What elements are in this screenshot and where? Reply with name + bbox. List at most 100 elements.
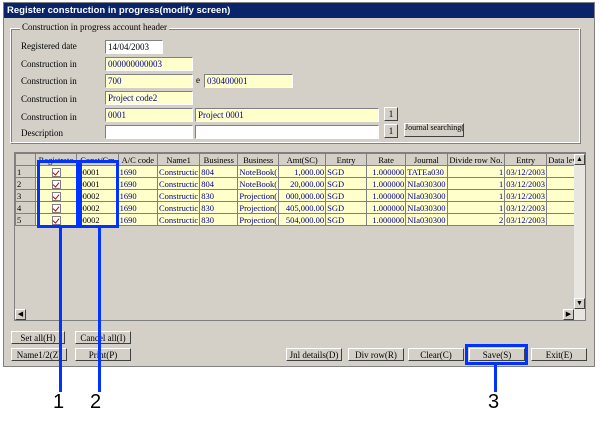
journal-search-button[interactable]: Journal searching(I) [404, 123, 464, 137]
business-name-cell[interactable]: Projection( [237, 189, 280, 202]
description-field-a[interactable] [105, 125, 193, 139]
row-number: 2 [15, 177, 36, 190]
amount-cell[interactable]: 504,000.00 [278, 213, 327, 226]
divide-row-cell[interactable]: 1 [446, 201, 506, 214]
journal-cell[interactable]: NIa030300 [405, 177, 448, 190]
description-label: Description [21, 128, 63, 138]
entry-date-cell[interactable]: 03/12/2003 [504, 189, 548, 202]
amount-cell[interactable]: 20,000.00 [278, 177, 327, 190]
header-amount[interactable]: Amt(SC) [278, 153, 327, 166]
header-group-label: Construction in progress account header [20, 22, 169, 32]
scroll-down-icon[interactable]: ▼ [574, 298, 585, 309]
entry-date-cell[interactable]: 03/12/2003 [504, 165, 548, 178]
currency-cell[interactable]: SGD [325, 177, 368, 190]
construction-project-field[interactable]: Project code2 [105, 91, 193, 105]
scroll-up-icon[interactable]: ▲ [574, 154, 585, 165]
header-name1[interactable]: Name1 [156, 153, 201, 166]
journal-cell[interactable]: TATEa030 [405, 165, 448, 178]
header-ac-code[interactable]: A/C code [117, 153, 158, 166]
divide-row-cell[interactable]: 2 [446, 213, 506, 226]
currency-cell[interactable]: SGD [325, 189, 368, 202]
set-all-button[interactable]: Set all(H) [11, 331, 65, 344]
currency-cell[interactable]: SGD [325, 165, 368, 178]
entry-date-cell[interactable]: 03/12/2003 [504, 201, 548, 214]
annotation-line-1 [59, 228, 62, 392]
header-journal[interactable]: Journal [405, 153, 448, 166]
business-name-cell[interactable]: NoteBook( [237, 165, 280, 178]
amount-cell[interactable]: 405,000.00 [278, 201, 327, 214]
currency-cell[interactable]: SGD [325, 213, 368, 226]
ac-code-cell[interactable]: 1690 [117, 165, 158, 178]
header-rownum [15, 153, 36, 166]
business-name-cell[interactable]: Projection( [237, 213, 280, 226]
business-code-cell[interactable]: 830 [199, 189, 239, 202]
journal-cell[interactable]: NIa030300 [405, 201, 448, 214]
name1-cell[interactable]: Constructic [156, 201, 201, 214]
business-name-cell[interactable]: Projection( [237, 201, 280, 214]
registered-date-label: Registered date [21, 41, 77, 51]
construction-search-button[interactable]: 1 [384, 107, 398, 121]
window-title: Register construction in progress(modify… [4, 3, 594, 18]
clear-button[interactable]: Clear(C) [408, 348, 464, 361]
print-button[interactable]: Print(P) [75, 348, 131, 361]
name1-cell[interactable]: Constructic [156, 165, 201, 178]
construction-no-label: Construction in [21, 59, 77, 69]
construction-doc-label: Construction in [21, 76, 77, 86]
entry-date-cell[interactable]: 03/12/2003 [504, 213, 548, 226]
divide-row-cell[interactable]: 1 [446, 189, 506, 202]
divide-row-cell[interactable]: 1 [446, 165, 506, 178]
business-code-cell[interactable]: 804 [199, 165, 239, 178]
cancel-all-button[interactable]: Cancel all(I) [75, 331, 131, 344]
construction-doc-field-b[interactable]: 030400001 [204, 74, 293, 88]
row-number: 4 [15, 201, 36, 214]
amount-cell[interactable]: 1,000.00 [278, 165, 327, 178]
header-divide-row[interactable]: Divide row No. [446, 153, 506, 166]
construction-code-field[interactable]: 0001 [105, 108, 193, 122]
name1-cell[interactable]: Constructic [156, 189, 201, 202]
currency-cell[interactable]: SGD [325, 201, 368, 214]
rate-cell[interactable]: 1.000000 [366, 177, 407, 190]
journal-cell[interactable]: NIa030300 [405, 213, 448, 226]
annotation-line-3 [494, 365, 497, 392]
divide-row-button[interactable]: Div row(R) [348, 348, 404, 361]
business-name-cell[interactable]: NoteBook( [237, 177, 280, 190]
divide-row-cell[interactable]: 1 [446, 177, 506, 190]
ac-code-cell[interactable]: 1690 [117, 201, 158, 214]
annotation-number-3: 3 [488, 391, 500, 413]
scroll-right-icon[interactable]: ▶ [563, 309, 574, 320]
row-number: 1 [15, 165, 36, 178]
name1-cell[interactable]: Constructic [156, 177, 201, 190]
scroll-left-icon[interactable]: ◀ [15, 309, 26, 320]
business-code-cell[interactable]: 804 [199, 177, 239, 190]
business-code-cell[interactable]: 830 [199, 213, 239, 226]
amount-cell[interactable]: 000,000.00 [278, 189, 327, 202]
header-entry-currency[interactable]: Entry [325, 153, 368, 166]
header-entry-date[interactable]: Entry [504, 153, 548, 166]
construction-name-field[interactable]: Project 0001 [195, 108, 379, 122]
rate-cell[interactable]: 1.000000 [366, 213, 407, 226]
rate-cell[interactable]: 1.000000 [366, 201, 407, 214]
ac-code-cell[interactable]: 1690 [117, 177, 158, 190]
description-search-button[interactable]: 1 [384, 124, 398, 138]
description-field-b[interactable] [195, 125, 379, 139]
entry-date-cell[interactable]: 03/12/2003 [504, 177, 548, 190]
construction-no-field[interactable]: 000000000003 [105, 57, 193, 71]
ac-code-cell[interactable]: 1690 [117, 213, 158, 226]
annotation-box-2 [79, 160, 119, 228]
annotation-number-2: 2 [90, 391, 102, 413]
header-business-code[interactable]: Business [199, 153, 239, 166]
journal-cell[interactable]: NIa030300 [405, 189, 448, 202]
grid-vertical-scrollbar[interactable]: ▲ ▼ [574, 154, 585, 320]
header-business-name[interactable]: Business [237, 153, 280, 166]
annotation-box-3 [465, 344, 528, 365]
registered-date-field[interactable]: 14/04/2003 [105, 40, 163, 54]
journal-details-button[interactable]: Jnl details(D) [286, 348, 342, 361]
rate-cell[interactable]: 1.000000 [366, 189, 407, 202]
rate-cell[interactable]: 1.000000 [366, 165, 407, 178]
header-rate[interactable]: Rate [366, 153, 407, 166]
business-code-cell[interactable]: 830 [199, 201, 239, 214]
construction-doc-field-a[interactable]: 700 [105, 74, 193, 88]
name1-cell[interactable]: Constructic [156, 213, 201, 226]
ac-code-cell[interactable]: 1690 [117, 189, 158, 202]
exit-button[interactable]: Exit(E) [531, 348, 587, 361]
